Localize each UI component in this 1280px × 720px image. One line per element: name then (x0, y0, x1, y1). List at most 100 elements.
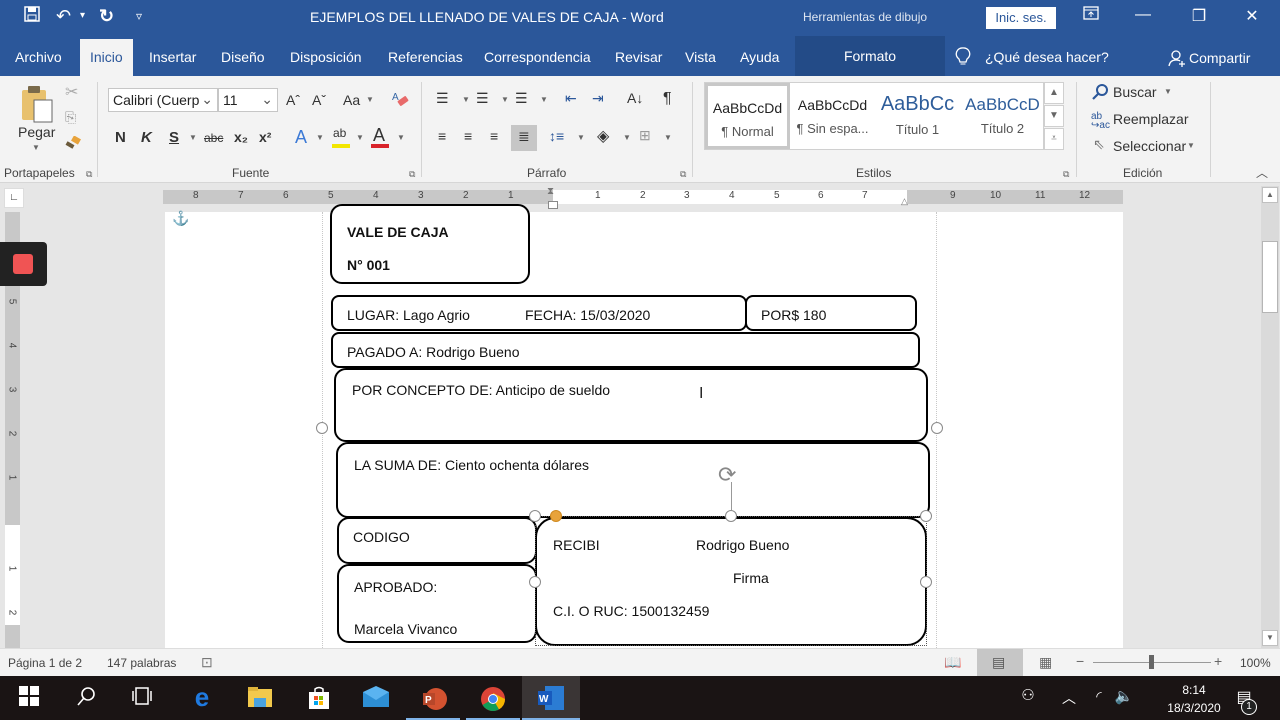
proofing-icon[interactable]: ⊡ (201, 654, 213, 671)
line-spacing-dropdown-icon[interactable]: ▼ (577, 133, 585, 142)
select-button[interactable]: Seleccionar (1113, 138, 1186, 154)
change-case-dropdown-icon[interactable]: ▼ (366, 95, 374, 104)
codigo-shape[interactable]: CODIGO (337, 517, 537, 564)
align-center-icon[interactable]: ≡ (464, 128, 472, 144)
resize-handle-top[interactable] (725, 510, 737, 522)
lugar-fecha-shape[interactable]: LUGAR: Lago Agrio FECHA: 15/03/2020 (331, 295, 747, 331)
style-titulo-1[interactable]: AaBbCc Título 1 (875, 83, 960, 149)
styles-scroll-up[interactable]: ▲ (1044, 82, 1064, 104)
mail-icon[interactable] (362, 686, 390, 712)
tab-archivo[interactable]: Archivo (15, 49, 62, 65)
underline-dropdown-icon[interactable]: ▼ (189, 133, 197, 142)
scroll-thumb[interactable] (1262, 241, 1278, 313)
file-explorer-icon[interactable] (246, 686, 274, 712)
undo-icon[interactable]: ↶ (56, 6, 71, 27)
recording-stop-button[interactable] (0, 242, 47, 286)
aprobado-shape[interactable]: APROBADO: Marcela Vivanco (337, 564, 537, 643)
change-case-button[interactable]: Aa (343, 92, 360, 108)
save-icon[interactable] (24, 6, 40, 27)
resize-handle-left[interactable] (529, 576, 541, 588)
restore-button[interactable]: ❐ (1184, 6, 1214, 26)
tab-correspondencia[interactable]: Correspondencia (484, 49, 591, 65)
sign-in-button[interactable]: Inic. ses. (986, 7, 1056, 29)
rotate-handle-icon[interactable]: ⟳ (718, 462, 736, 488)
resize-handle-top-left[interactable] (529, 510, 541, 522)
align-right-icon[interactable]: ≡ (490, 128, 498, 144)
justify-button[interactable]: ≣ (511, 125, 537, 151)
suma-shape[interactable]: LA SUMA DE: Ciento ochenta dólares (336, 442, 930, 518)
microsoft-store-icon[interactable] (305, 686, 333, 712)
concepto-shape[interactable]: POR CONCEPTO DE: Anticipo de sueldo (334, 368, 928, 442)
collapse-ribbon-icon[interactable]: ︿ (1256, 164, 1268, 181)
chrome-icon[interactable] (479, 686, 507, 712)
ribbon-display-options-icon[interactable] (1076, 6, 1106, 25)
show-hidden-icons-chevron[interactable]: ︿ (1055, 688, 1083, 714)
wifi-icon[interactable]: ◜ (1085, 688, 1113, 714)
numbering-dropdown-icon[interactable]: ▼ (501, 95, 509, 104)
left-indent-marker[interactable] (548, 201, 558, 209)
customize-qat-icon[interactable]: ▿ (136, 9, 142, 23)
page-count[interactable]: Página 1 de 2 (8, 656, 82, 670)
find-dropdown-icon[interactable]: ▼ (1164, 87, 1172, 96)
resize-handle-right-outer[interactable] (931, 422, 943, 434)
grow-font-button[interactable]: Aˆ (286, 92, 300, 108)
tab-disposicion[interactable]: Disposición (290, 49, 362, 65)
multilevel-dropdown-icon[interactable]: ▼ (540, 95, 548, 104)
amount-shape[interactable]: POR$ 180 (745, 295, 917, 331)
volume-icon[interactable]: 🔈 (1110, 687, 1138, 713)
tab-revisar[interactable]: Revisar (615, 49, 662, 65)
font-name-combo[interactable]: Calibri (Cuerp ⌄ (108, 88, 218, 112)
scroll-up-button[interactable]: ▲ (1262, 187, 1278, 203)
undo-dropdown-icon[interactable]: ▾ (80, 10, 85, 21)
tab-diseno[interactable]: Diseño (221, 49, 265, 65)
shrink-font-button[interactable]: Aˇ (312, 92, 326, 108)
resize-handle-right[interactable] (920, 576, 932, 588)
first-line-indent-marker[interactable]: ⧗ (547, 186, 554, 197)
clear-formatting-icon[interactable]: A (392, 90, 410, 113)
chevron-down-icon[interactable]: ⌄ (201, 91, 213, 108)
replace-button[interactable]: Reemplazar (1113, 111, 1188, 127)
copy-icon[interactable]: ⎘ (65, 109, 76, 126)
styles-more[interactable]: ⩡ (1044, 128, 1064, 150)
bullets-dropdown-icon[interactable]: ▼ (462, 95, 470, 104)
zoom-slider-thumb[interactable] (1149, 655, 1154, 669)
shading-icon[interactable]: ◈ (597, 126, 609, 146)
font-color-dropdown-icon[interactable]: ▼ (397, 133, 405, 142)
print-layout-button[interactable]: ▤ (977, 649, 1023, 676)
resize-handle-top-right[interactable] (920, 510, 932, 522)
web-layout-icon[interactable]: ▦ (1039, 654, 1052, 671)
bullets-icon[interactable]: ☰ (436, 90, 449, 107)
minimize-button[interactable]: — (1128, 6, 1158, 24)
redo-icon[interactable]: ↻ (99, 6, 114, 27)
word-count[interactable]: 147 palabras (107, 656, 176, 670)
tab-ayuda[interactable]: Ayuda (740, 49, 779, 65)
borders-dropdown-icon[interactable]: ▼ (664, 133, 672, 142)
windows-start-icon[interactable] (15, 686, 43, 712)
subscript-button[interactable]: x₂ (234, 129, 248, 145)
header-box-shape[interactable]: VALE DE CAJA N° 001 (330, 204, 530, 284)
scroll-down-button[interactable]: ▼ (1262, 630, 1278, 646)
word-taskbar-button[interactable]: W (522, 676, 580, 720)
right-indent-marker[interactable]: △ (901, 196, 908, 207)
style-sin-espaciado[interactable]: AaBbCcDd ¶ Sin espa... (790, 83, 875, 149)
tab-inicio[interactable]: Inicio (80, 39, 133, 76)
tab-insertar[interactable]: Insertar (149, 49, 196, 65)
paragraph-dialog-launcher-icon[interactable]: ⧉ (680, 169, 686, 180)
font-size-combo[interactable]: 11 ⌄ (218, 88, 278, 112)
highlight-dropdown-icon[interactable]: ▼ (356, 133, 364, 142)
paste-button[interactable]: Pegar (18, 124, 55, 140)
tab-referencias[interactable]: Referencias (388, 49, 463, 65)
styles-dialog-launcher-icon[interactable]: ⧉ (1063, 169, 1069, 180)
paste-icon[interactable] (20, 84, 54, 129)
chevron-down-icon[interactable]: ⌄ (261, 91, 273, 108)
strikethrough-button[interactable]: abc (204, 131, 223, 145)
show-formatting-marks-button[interactable]: ¶ (663, 90, 672, 108)
multilevel-list-icon[interactable]: ☰ (515, 90, 528, 107)
shading-dropdown-icon[interactable]: ▼ (623, 133, 631, 142)
people-icon[interactable]: ⚇ (1014, 686, 1042, 712)
numbering-icon[interactable]: ☰ (476, 90, 489, 107)
close-button[interactable]: ✕ (1237, 6, 1267, 26)
tell-me-search[interactable]: ¿Qué desea hacer? (985, 49, 1109, 65)
line-spacing-icon[interactable]: ↕≡ (549, 128, 564, 144)
increase-indent-icon[interactable]: ⇥ (592, 90, 604, 107)
